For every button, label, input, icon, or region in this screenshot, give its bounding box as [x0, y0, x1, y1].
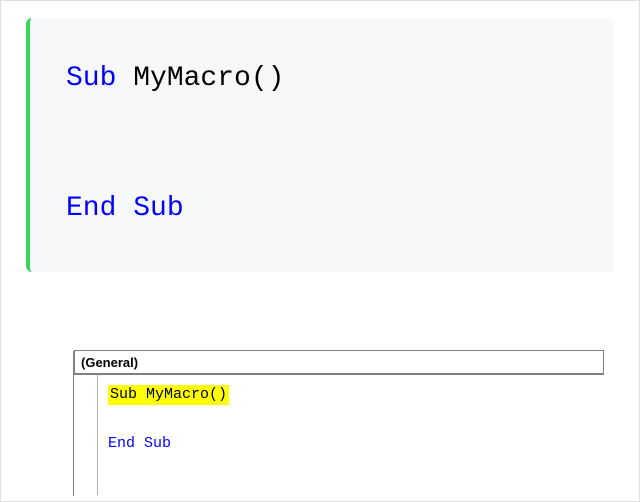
code-snippet-block: Sub MyMacro() End Sub	[26, 18, 614, 272]
object-dropdown[interactable]: (General)	[74, 350, 604, 374]
code-line-2: End Sub	[66, 188, 578, 230]
editor-left-margin	[34, 351, 74, 496]
editor-line-blank	[108, 409, 229, 429]
execution-highlight: Sub MyMacro()	[108, 385, 229, 405]
object-dropdown-label: (General)	[81, 355, 138, 370]
code-line-1: Sub MyMacro()	[66, 58, 578, 100]
code-lines: Sub MyMacro() End Sub	[108, 385, 229, 458]
code-pane[interactable]: Sub MyMacro() End Sub	[74, 375, 604, 495]
editor-line-2: End Sub	[108, 434, 229, 454]
keyword-sub: Sub	[66, 63, 116, 94]
editor-line-1: Sub MyMacro()	[108, 385, 229, 405]
identifier-mymacro: MyMacro()	[116, 63, 284, 94]
blank-lines	[66, 100, 578, 188]
keyword-endsub: End Sub	[66, 193, 184, 224]
code-gutter	[74, 375, 98, 495]
vba-editor-panel: (General) Sub MyMacro() End Sub	[34, 348, 606, 498]
